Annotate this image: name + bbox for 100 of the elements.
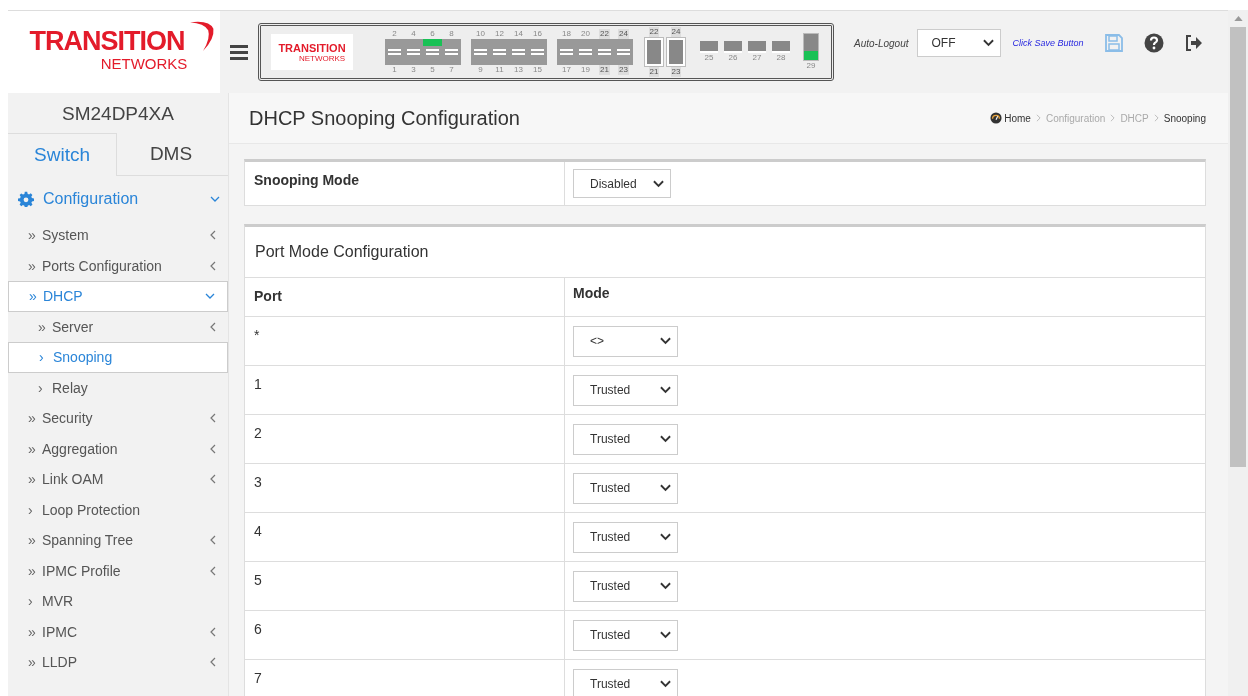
mode-select[interactable]: Trusted — [573, 374, 678, 406]
port-number: 4 — [411, 29, 416, 39]
menu-item[interactable]: » IPMC Profile — [8, 555, 228, 586]
port-number: 9 — [478, 65, 483, 75]
menu-item[interactable]: » DHCP — [8, 281, 228, 312]
scrollbar[interactable] — [1228, 10, 1248, 696]
chevron-down-icon — [660, 337, 671, 345]
rj45-port[interactable] — [385, 39, 404, 65]
auto-logout-label: Auto-Logout — [854, 37, 909, 49]
chevron-down-icon — [660, 582, 671, 590]
scroll-thumb[interactable] — [1230, 27, 1246, 467]
help-icon[interactable] — [1143, 33, 1164, 53]
sfp-port[interactable] — [645, 38, 663, 66]
menu-item[interactable]: » System — [8, 220, 228, 251]
menu-item[interactable]: » LLDP — [8, 647, 228, 678]
sidebar-tab[interactable]: Switch — [8, 133, 117, 176]
table-cell: 7 — [254, 670, 262, 686]
port-number: 24 — [618, 29, 629, 39]
rj45-port[interactable] — [557, 39, 576, 65]
sfp-plus-port[interactable] — [724, 41, 742, 53]
save-icon[interactable] — [1103, 33, 1124, 53]
port-number: 15 — [533, 65, 542, 75]
snooping-mode-select[interactable]: Disabled — [573, 169, 671, 198]
mode-select[interactable]: Trusted — [573, 472, 678, 504]
column-header: Mode — [573, 285, 610, 301]
sfp-plus-port[interactable] — [772, 41, 790, 53]
chevron-left-icon — [210, 260, 216, 271]
management-port[interactable] — [803, 33, 819, 61]
menu-item[interactable]: › MVR — [8, 586, 228, 617]
chevron-down-icon — [653, 179, 664, 188]
port-number: 17 — [562, 65, 571, 75]
chevron-down-icon — [205, 293, 215, 300]
save-link[interactable]: Click Save Button — [1012, 38, 1084, 48]
port-number: 26 — [728, 53, 738, 63]
table-cell: 3 — [254, 474, 262, 490]
rj45-port[interactable] — [614, 39, 633, 65]
chevron-left-icon — [210, 565, 216, 576]
mini-logo: TRANSITION NETWORKS — [271, 34, 353, 70]
port-number: 21 — [599, 65, 610, 75]
port-number: 25 — [704, 53, 714, 63]
table-cell: * — [254, 327, 260, 343]
port-number: 13 — [514, 65, 523, 75]
mode-select[interactable]: <> — [573, 325, 678, 357]
menu-item[interactable]: » IPMC — [8, 616, 228, 647]
port-number: 3 — [411, 65, 416, 75]
separator-icon — [1153, 114, 1159, 122]
mode-select[interactable]: Trusted — [573, 619, 678, 651]
port-number: 18 — [562, 29, 571, 39]
field-label: Snooping Mode — [254, 172, 359, 188]
port-number: 29 — [806, 61, 816, 71]
menu-item[interactable]: › Loop Protection — [8, 494, 228, 525]
column-header: Port — [254, 288, 282, 304]
scroll-up-icon[interactable] — [1233, 16, 1243, 21]
chevron-left-icon — [210, 474, 216, 485]
menu-item[interactable]: » Link OAM — [8, 464, 228, 495]
dashboard-icon — [990, 112, 1003, 124]
port-number: 21 — [648, 67, 660, 77]
rj45-port[interactable] — [471, 39, 490, 65]
logout-icon[interactable] — [1183, 33, 1204, 53]
port-number: 5 — [430, 65, 435, 75]
breadcrumb-link[interactable]: Home — [1004, 112, 1031, 124]
mode-select[interactable]: Trusted — [573, 521, 678, 553]
port-number: 23 — [618, 65, 629, 75]
port-number: 22 — [599, 29, 610, 39]
submenu-item[interactable]: › Relay — [8, 372, 228, 403]
chevron-down-icon — [660, 484, 671, 492]
breadcrumb-link[interactable]: Snooping — [1163, 112, 1206, 124]
menu-item[interactable]: » Ports Configuration — [8, 250, 228, 281]
submenu-item[interactable]: › Snooping — [8, 342, 228, 373]
table-cell: 4 — [254, 523, 262, 539]
transition-networks-logo: TRANSITION NETWORKS — [8, 11, 220, 93]
chevron-down-icon — [660, 386, 671, 394]
sidebar-tab[interactable]: DMS — [117, 133, 225, 175]
auto-logout-select[interactable]: OFF — [916, 29, 1001, 57]
mode-select[interactable]: Trusted — [573, 570, 678, 602]
port-number: 28 — [776, 53, 786, 63]
menu-item[interactable]: » Aggregation — [8, 433, 228, 464]
sfp-plus-port[interactable] — [700, 41, 718, 53]
chevron-left-icon — [210, 535, 216, 546]
table-cell: 6 — [254, 621, 262, 637]
sfp-plus-port[interactable] — [748, 41, 766, 53]
port-number: 12 — [495, 29, 504, 39]
mode-select[interactable]: Trusted — [573, 423, 678, 455]
submenu-item[interactable]: » Server — [8, 311, 228, 342]
menu-icon[interactable] — [230, 44, 248, 60]
table-cell: 5 — [254, 572, 262, 588]
port-number: 11 — [495, 65, 504, 75]
rj45-port[interactable] — [442, 39, 461, 65]
sfp-port[interactable] — [667, 38, 685, 66]
rj45-port[interactable] — [528, 39, 547, 65]
menu-item[interactable]: » Security — [8, 403, 228, 434]
port-number: 14 — [514, 29, 523, 39]
chevron-left-icon — [210, 230, 216, 241]
mode-select[interactable]: Trusted — [573, 668, 678, 696]
port-number: 7 — [449, 65, 454, 75]
port-number: 1 — [392, 65, 397, 75]
port-number: 16 — [533, 29, 542, 39]
section-title: Port Mode Configuration — [255, 243, 429, 261]
chevron-down-icon — [660, 680, 671, 688]
menu-item[interactable]: » Spanning Tree — [8, 525, 228, 556]
